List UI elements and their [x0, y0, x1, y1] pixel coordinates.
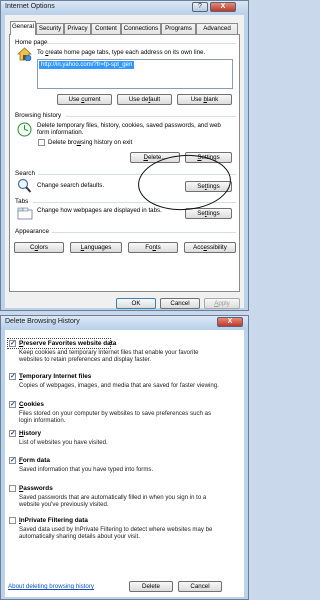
title-bar: Delete Browsing History X: [1, 316, 248, 329]
fonts-button[interactable]: Fonts: [128, 242, 178, 253]
cookies-title: Cookies: [19, 401, 44, 408]
dialog-body: Preserve Favorites website data Keep coo…: [5, 330, 244, 597]
temporary-files-description: Copies of webpages, images, and media th…: [19, 382, 219, 389]
close-button[interactable]: X: [210, 2, 236, 12]
history-description: List of websites you have visited.: [19, 439, 108, 446]
dialog-body: General Security Privacy Content Connect…: [5, 15, 244, 309]
passwords-description: Saved passwords that are automatically f…: [19, 494, 207, 509]
home-page-group-label: Home page: [15, 39, 48, 46]
form-data-checkbox[interactable]: [9, 456, 16, 464]
delete-button[interactable]: Delete: [129, 581, 173, 592]
browsing-history-separator: [66, 116, 236, 117]
accessibility-button[interactable]: Accessibility: [184, 242, 236, 253]
help-button[interactable]: ?: [192, 2, 208, 12]
title-bar: Internet Options ? X: [1, 1, 248, 14]
passwords-title: Passwords: [19, 485, 53, 492]
home-page-description: To create home page tabs, type each addr…: [37, 49, 206, 56]
tab-connections[interactable]: Connections: [121, 23, 161, 34]
history-clock-icon: [17, 122, 32, 137]
home-page-url-field[interactable]: http://in.yahoo.com/?fr=fp-spt_gen: [37, 59, 233, 89]
cancel-button[interactable]: Cancel: [178, 581, 222, 592]
form-data-title: Form data: [19, 457, 50, 464]
tabs-icon: [17, 207, 33, 220]
home-page-url-text: http://in.yahoo.com/?fr=fp-spt_gen: [39, 61, 135, 69]
browsing-history-group-label: Browsing history: [15, 112, 62, 119]
window-title: Delete Browsing History: [5, 318, 80, 325]
window-title: Internet Options: [5, 3, 55, 10]
preserve-favorites-description: Keep cookies and temporary Internet file…: [19, 349, 199, 364]
home-page-icon: [17, 47, 32, 61]
delete-on-exit-checkbox[interactable]: [38, 139, 45, 146]
tab-content[interactable]: Content: [91, 23, 121, 34]
tab-programs[interactable]: Programs: [161, 23, 196, 34]
temporary-files-title: Temporary Internet files: [19, 373, 92, 380]
inprivate-filtering-checkbox[interactable]: [9, 517, 16, 524]
delete-browsing-history-window: Delete Browsing History X Preserve Favor…: [0, 315, 249, 600]
history-checkbox[interactable]: [9, 429, 16, 437]
tabs-description: Change how webpages are displayed in tab…: [37, 207, 162, 214]
delete-on-exit-label: Delete browsing history on exit: [48, 139, 133, 146]
tabs-settings-button[interactable]: Settings: [185, 208, 232, 219]
languages-button[interactable]: Languages: [70, 242, 122, 253]
tabs-group-label: Tabs: [15, 198, 29, 205]
use-default-button[interactable]: Use default: [117, 94, 172, 105]
colors-button[interactable]: Colors: [14, 242, 64, 253]
use-current-button[interactable]: Use current: [57, 94, 112, 105]
preserve-favorites-title: Preserve Favorites website data: [19, 340, 117, 347]
cookies-checkbox[interactable]: [9, 400, 16, 408]
appearance-separator: [52, 232, 236, 233]
inprivate-filtering-description: Saved data used by InPrivate Filtering t…: [19, 526, 213, 541]
search-group-label: Search: [15, 170, 35, 177]
about-deleting-history-link[interactable]: About deleting browsing history: [8, 583, 94, 590]
temporary-files-checkbox[interactable]: [9, 372, 16, 380]
apply-button[interactable]: Apply: [204, 298, 240, 309]
tab-security[interactable]: Security: [36, 23, 64, 34]
passwords-checkbox[interactable]: [9, 485, 16, 492]
search-description: Change search defaults.: [37, 182, 105, 189]
ok-button[interactable]: OK: [116, 298, 156, 309]
history-title: History: [19, 430, 42, 437]
tab-privacy[interactable]: Privacy: [64, 23, 91, 34]
tab-advanced[interactable]: Advanced: [196, 23, 238, 34]
browsing-history-description: Delete temporary files, history, cookies…: [37, 122, 221, 137]
tab-general[interactable]: General: [10, 21, 36, 35]
home-page-separator: [46, 43, 236, 44]
form-data-description: Saved information that you have typed in…: [19, 466, 154, 473]
cookies-description: Files stored on your computer by website…: [19, 410, 212, 425]
inprivate-filtering-title: InPrivate Filtering data: [19, 517, 88, 524]
internet-options-window: Internet Options ? X General Security Pr…: [0, 0, 249, 311]
appearance-group-label: Appearance: [15, 228, 49, 235]
search-magnifier-icon: [17, 178, 32, 193]
cancel-button[interactable]: Cancel: [160, 298, 200, 309]
close-button[interactable]: X: [217, 317, 243, 327]
use-blank-button[interactable]: Use blank: [177, 94, 232, 105]
